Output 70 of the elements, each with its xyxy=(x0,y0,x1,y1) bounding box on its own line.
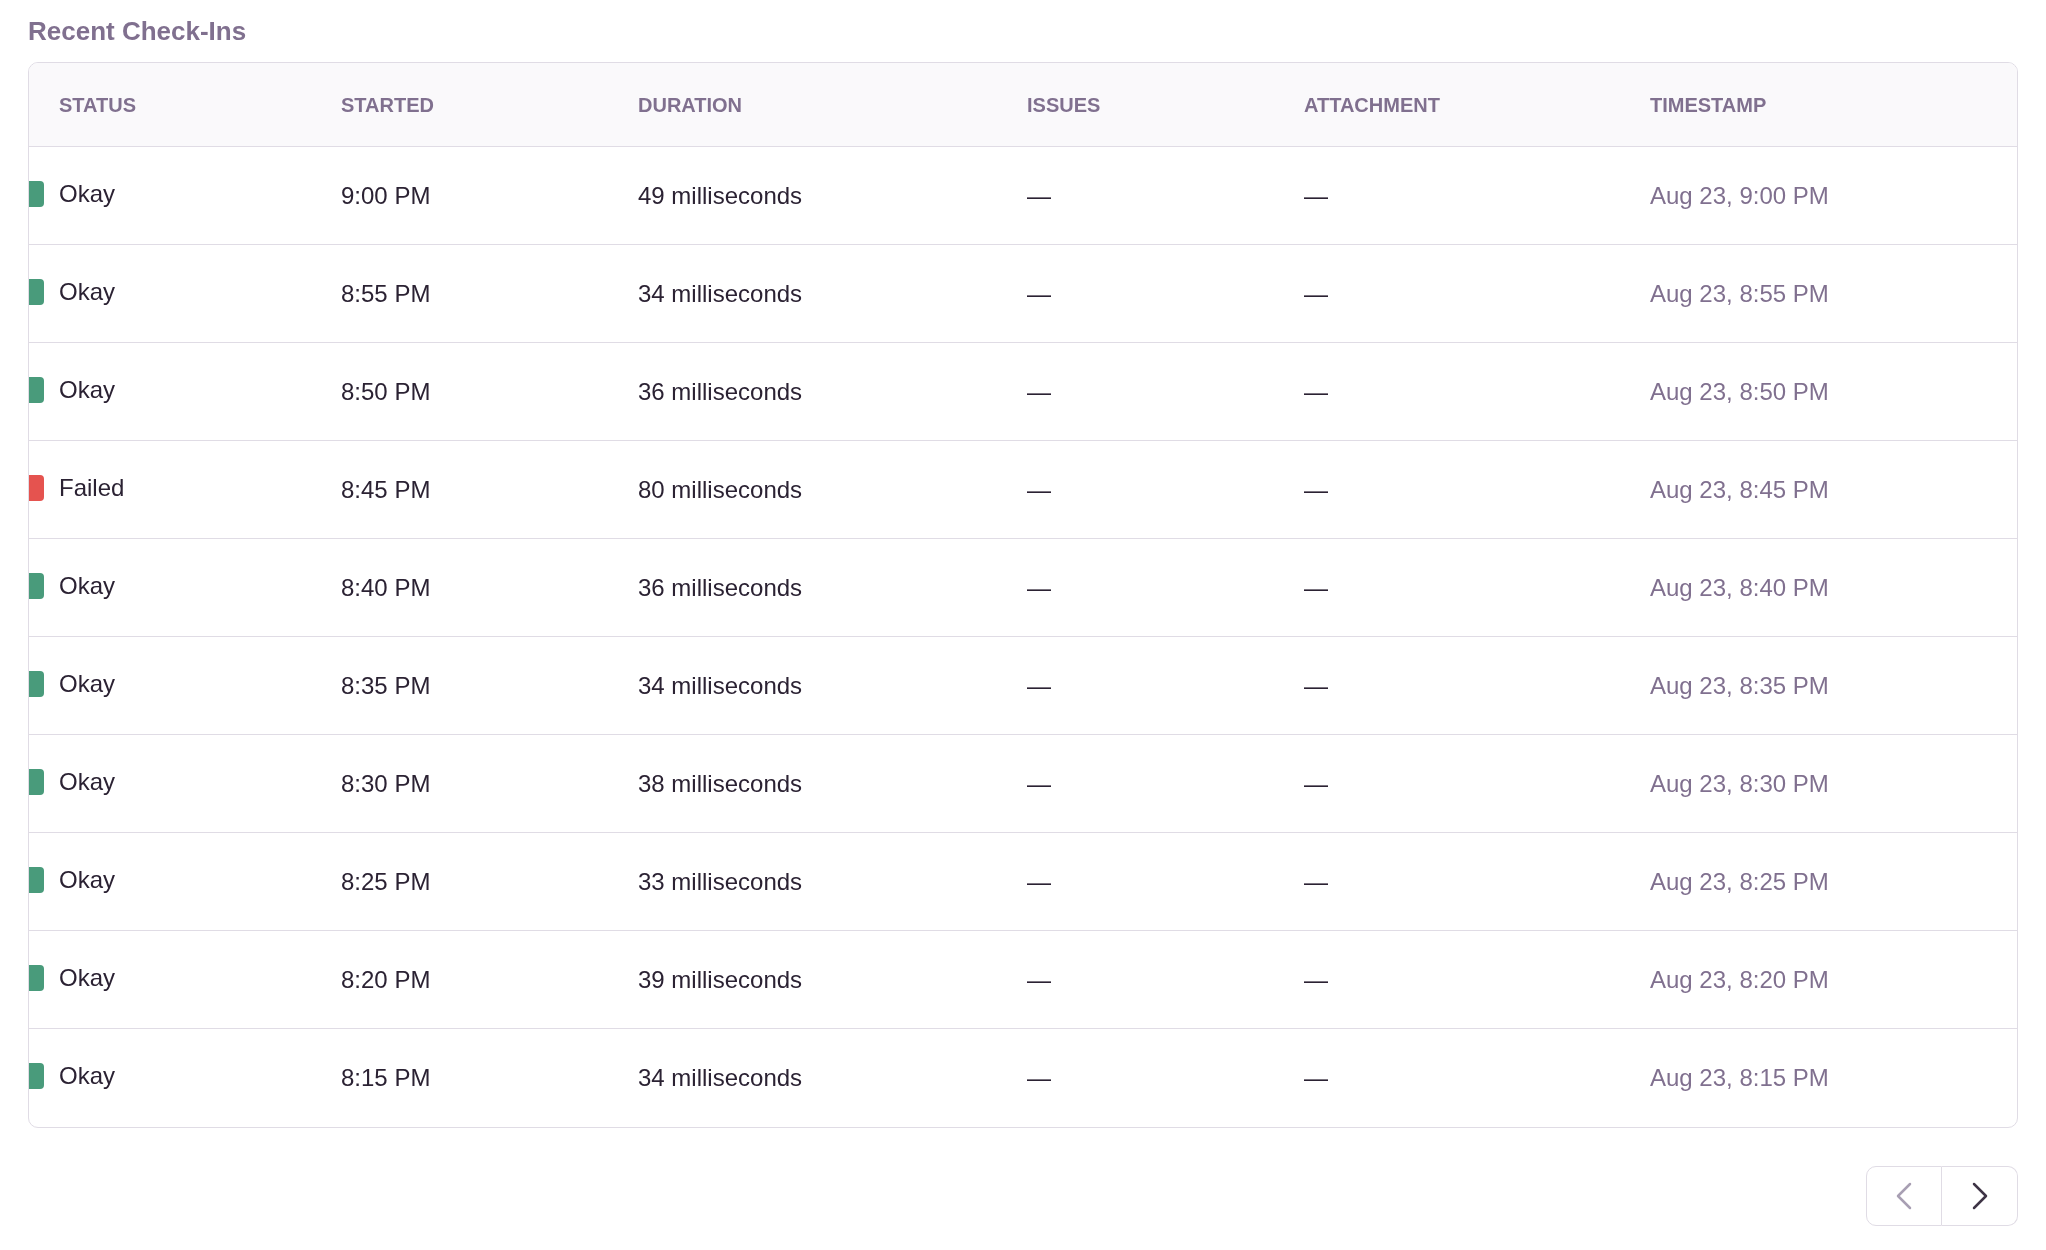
table-cell: — xyxy=(1304,279,1328,307)
status-label: Okay xyxy=(59,276,115,307)
section-title: Recent Check-Ins xyxy=(28,15,248,48)
table-cell: Aug 23, 8:25 PM xyxy=(1650,867,1829,895)
status-label: Okay xyxy=(59,1061,115,1091)
table-cell: — xyxy=(1304,671,1328,699)
table-cell: 8:55 PM xyxy=(341,279,431,307)
table-cell: 8:40 PM xyxy=(341,573,431,601)
status-label: Okay xyxy=(59,766,115,797)
column-header: ISSUES xyxy=(1027,92,1102,118)
status-label: Okay xyxy=(59,374,115,405)
column-header: STATUS xyxy=(58,92,138,118)
table-cell: — xyxy=(1304,867,1328,895)
next-page-button[interactable] xyxy=(1942,1166,2018,1226)
status-label: Okay xyxy=(59,962,115,993)
chevron-right-icon xyxy=(1970,1182,1989,1210)
table-cell: — xyxy=(1027,573,1051,601)
table-cell: — xyxy=(1027,965,1051,993)
table-cell: Aug 23, 8:30 PM xyxy=(1650,769,1829,797)
table-cell: 34 milliseconds xyxy=(638,279,803,307)
table-cell: 9:00 PM xyxy=(341,181,431,209)
table-cell: 36 milliseconds xyxy=(638,377,803,405)
status-label: Okay xyxy=(59,864,115,895)
table-cell: Aug 23, 8:35 PM xyxy=(1650,671,1829,699)
table-cell: — xyxy=(1304,965,1328,993)
table-cell: 8:15 PM xyxy=(341,1064,431,1091)
chevron-left-icon xyxy=(1895,1182,1913,1210)
table-cell: 36 milliseconds xyxy=(638,573,803,601)
status-label: Okay xyxy=(59,178,115,209)
table-cell: 8:20 PM xyxy=(341,965,431,993)
table-cell: Aug 23, 8:20 PM xyxy=(1650,965,1829,993)
column-header: DURATION xyxy=(638,92,744,118)
column-header: TIMESTAMP xyxy=(1650,92,1768,118)
table-cell: — xyxy=(1027,279,1051,307)
table-cell: — xyxy=(1304,573,1328,601)
table-cell: — xyxy=(1027,769,1051,797)
table-cell: Aug 23, 8:55 PM xyxy=(1650,279,1829,307)
table-cell: 8:30 PM xyxy=(341,769,431,797)
status-label: Okay xyxy=(59,668,115,699)
table-cell: — xyxy=(1304,769,1328,797)
table-cell: Aug 23, 8:50 PM xyxy=(1650,377,1829,405)
table-cell: — xyxy=(1304,1064,1328,1091)
table-cell: 8:45 PM xyxy=(341,475,431,503)
table-cell: 33 milliseconds xyxy=(638,867,803,895)
table-cell: — xyxy=(1304,181,1328,209)
status-label: Okay xyxy=(59,570,115,601)
table-cell: 39 milliseconds xyxy=(638,965,803,993)
table-cell: 8:35 PM xyxy=(341,671,431,699)
table-cell: — xyxy=(1027,671,1051,699)
table-cell: 8:50 PM xyxy=(341,377,431,405)
table-cell: — xyxy=(1027,181,1051,209)
table-cell: — xyxy=(1027,867,1051,895)
table-cell: — xyxy=(1027,377,1051,405)
table-cell: 34 milliseconds xyxy=(638,1064,803,1091)
column-header: ATTACHMENT xyxy=(1304,92,1441,118)
status-label: Failed xyxy=(59,472,125,503)
table-cell: Aug 23, 8:40 PM xyxy=(1650,573,1829,601)
table-cell: Aug 23, 9:00 PM xyxy=(1650,181,1829,209)
table-cell: Aug 23, 8:45 PM xyxy=(1650,475,1829,503)
column-header: STARTED xyxy=(341,92,435,118)
table-cell: 34 milliseconds xyxy=(638,671,803,699)
table-cell: — xyxy=(1027,475,1051,503)
table-cell: 8:25 PM xyxy=(341,867,431,895)
table-cell: — xyxy=(1304,475,1328,503)
table-cell: 49 milliseconds xyxy=(638,181,803,209)
table-cell: 38 milliseconds xyxy=(638,769,803,797)
table-cell: Aug 23, 8:15 PM xyxy=(1650,1064,1829,1091)
table-cell: — xyxy=(1304,377,1328,405)
table-cell: — xyxy=(1027,1064,1051,1091)
table-cell: 80 milliseconds xyxy=(638,475,803,503)
